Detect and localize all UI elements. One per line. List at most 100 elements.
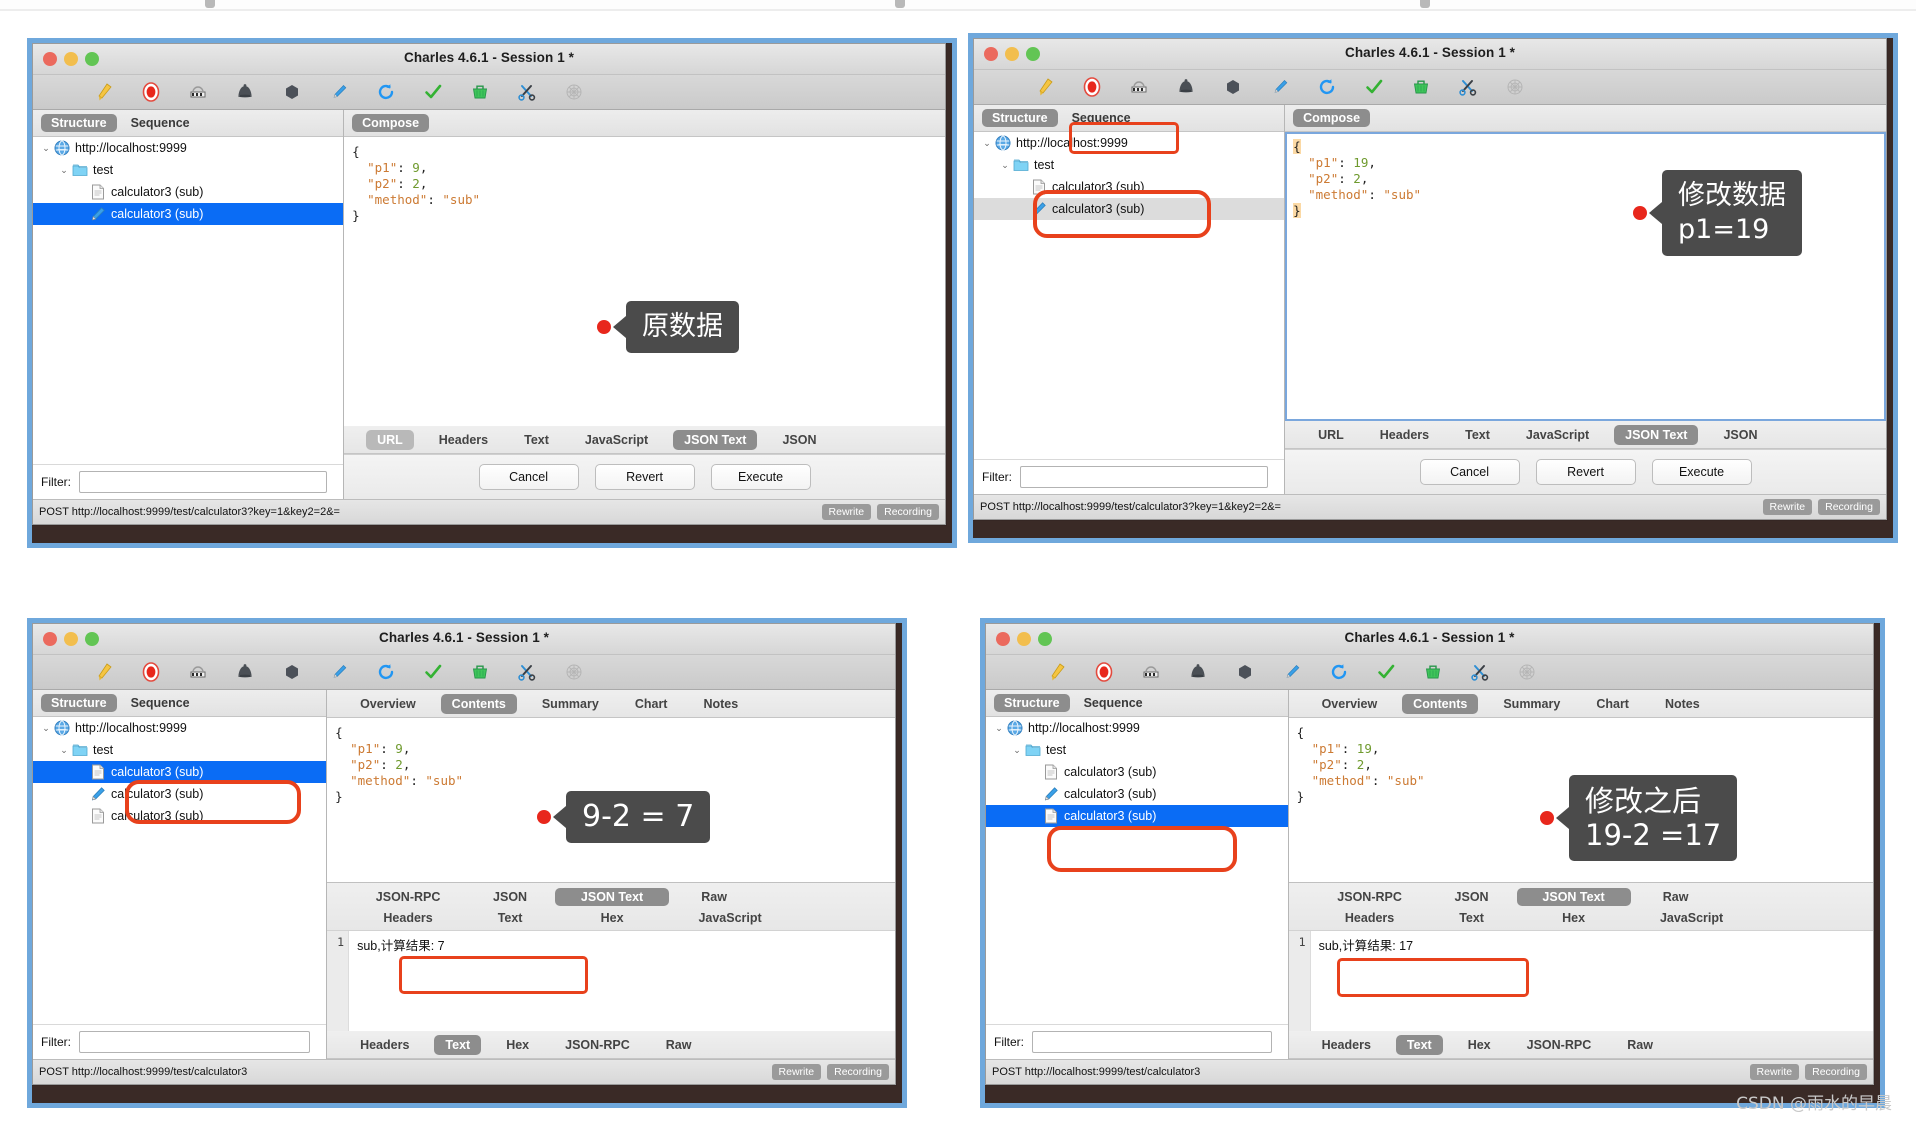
compose-pen-icon[interactable] — [328, 81, 350, 103]
tree-node[interactable]: ⌄ test — [986, 739, 1288, 761]
scissors-icon[interactable] — [1457, 76, 1479, 98]
record-icon[interactable] — [1081, 76, 1103, 98]
resp-tab-json-rpc[interactable]: JSON-RPC — [1313, 888, 1427, 906]
bottom-tab-raw[interactable]: Raw — [655, 1035, 703, 1055]
validate-check-icon[interactable] — [1375, 661, 1397, 683]
resp-tab-headers[interactable]: Headers — [351, 909, 465, 927]
tab-structure[interactable]: Structure — [982, 109, 1058, 127]
tree-node[interactable]: calculator3 (sub) — [974, 198, 1285, 220]
tab-chart[interactable]: Chart — [1585, 694, 1640, 714]
compose-pen-icon[interactable] — [1281, 661, 1303, 683]
resp-tab-headers[interactable]: Headers — [1313, 909, 1427, 927]
clear-broom-icon[interactable] — [1034, 76, 1056, 98]
resp-tab-javascript[interactable]: JavaScript — [669, 909, 791, 927]
tree-node[interactable]: ⌄ http://localhost:9999 — [986, 717, 1288, 739]
spider-web-icon[interactable] — [563, 81, 585, 103]
breakpoint-icon[interactable] — [1187, 661, 1209, 683]
repeat-refresh-icon[interactable] — [375, 661, 397, 683]
hexagon-icon[interactable] — [281, 661, 303, 683]
tree-caret-icon[interactable]: ⌄ — [39, 723, 53, 734]
tree-caret-icon[interactable]: ⌄ — [1010, 745, 1024, 756]
format-tab-url[interactable]: URL — [366, 429, 414, 450]
tree-node[interactable]: ⌄ test — [33, 739, 326, 761]
format-tab-text[interactable]: Text — [513, 430, 560, 450]
scissors-icon[interactable] — [1469, 661, 1491, 683]
tree-node[interactable]: calculator3 (sub) — [33, 203, 344, 225]
bottom-tab-json-rpc[interactable]: JSON-RPC — [554, 1035, 641, 1055]
tree-node[interactable]: calculator3 (sub) — [33, 181, 343, 203]
breakpoint-icon[interactable] — [234, 661, 256, 683]
format-tab-text[interactable]: Text — [1454, 425, 1501, 445]
resp-tab-json-text[interactable]: JSON Text — [1516, 887, 1631, 906]
tree-node[interactable]: calculator3 (sub) — [33, 783, 326, 805]
record-icon[interactable] — [140, 661, 162, 683]
format-tab-url[interactable]: URL — [1307, 425, 1355, 445]
throttle-icon[interactable] — [187, 661, 209, 683]
execute-button[interactable]: Execute — [710, 464, 811, 490]
tree-node[interactable]: ⌄ http://localhost:9999 — [33, 717, 326, 739]
bottom-tab-hex[interactable]: Hex — [1457, 1035, 1502, 1055]
resp-tab-raw[interactable]: Raw — [1631, 888, 1721, 906]
bottom-tab-hex[interactable]: Hex — [495, 1035, 540, 1055]
tree-node[interactable]: calculator3 (sub) — [986, 761, 1288, 783]
tab-overview[interactable]: Overview — [349, 694, 427, 714]
rewrite-button[interactable]: Rewrite — [1762, 499, 1813, 515]
resp-tab-text[interactable]: Text — [465, 909, 555, 927]
bottom-tab-raw[interactable]: Raw — [1616, 1035, 1664, 1055]
compose-pen-icon[interactable] — [328, 661, 350, 683]
record-icon[interactable] — [140, 81, 162, 103]
resp-tab-json-rpc[interactable]: JSON-RPC — [351, 888, 465, 906]
scissors-icon[interactable] — [516, 81, 538, 103]
basket-icon[interactable] — [1422, 661, 1444, 683]
basket-icon[interactable] — [469, 81, 491, 103]
filter-input[interactable] — [1020, 466, 1269, 488]
clear-broom-icon[interactable] — [1046, 661, 1068, 683]
format-tab-headers[interactable]: Headers — [428, 430, 499, 450]
tree-node[interactable]: ⌄ http://localhost:9999 — [974, 132, 1284, 154]
rewrite-button[interactable]: Rewrite — [1749, 1064, 1800, 1080]
tab-compose[interactable]: Compose — [352, 114, 430, 132]
resp-tab-hex[interactable]: Hex — [555, 909, 669, 927]
spider-web-icon[interactable] — [1516, 661, 1538, 683]
clear-broom-icon[interactable] — [93, 661, 115, 683]
resp-tab-text[interactable]: Text — [1427, 909, 1517, 927]
resp-tab-hex[interactable]: Hex — [1517, 909, 1631, 927]
repeat-refresh-icon[interactable] — [1328, 661, 1350, 683]
cancel-button[interactable]: Cancel — [1419, 459, 1520, 485]
bottom-tab-headers[interactable]: Headers — [349, 1035, 420, 1055]
tab-structure[interactable]: Structure — [41, 114, 117, 132]
tab-chart[interactable]: Chart — [624, 694, 679, 714]
execute-button[interactable]: Execute — [1651, 459, 1752, 485]
hexagon-icon[interactable] — [1222, 76, 1244, 98]
tree-node[interactable]: calculator3 (sub) — [986, 805, 1288, 827]
recording-button[interactable]: Recording — [1818, 499, 1880, 515]
bottom-tab-text[interactable]: Text — [1395, 1034, 1443, 1055]
resp-tab-json[interactable]: JSON — [465, 888, 555, 906]
breakpoint-icon[interactable] — [1175, 76, 1197, 98]
tab-structure[interactable]: Structure — [41, 694, 117, 712]
session-tree[interactable]: ⌄ http://localhost:9999 ⌄ test calculator3 (… — [33, 137, 344, 464]
tree-caret-icon[interactable]: ⌄ — [57, 745, 71, 756]
bottom-tab-headers[interactable]: Headers — [1311, 1035, 1382, 1055]
resp-tab-javascript[interactable]: JavaScript — [1631, 909, 1753, 927]
session-tree[interactable]: ⌄ http://localhost:9999 ⌄ test calculator3 (… — [33, 717, 327, 1024]
tree-caret-icon[interactable]: ⌄ — [39, 143, 53, 154]
tab-contents[interactable]: Contents — [1402, 693, 1479, 714]
spider-web-icon[interactable] — [563, 661, 585, 683]
format-tab-json-text[interactable]: JSON Text — [1614, 424, 1699, 445]
throttle-icon[interactable] — [1128, 76, 1150, 98]
tree-caret-icon[interactable]: ⌄ — [980, 138, 994, 149]
tree-caret-icon[interactable]: ⌄ — [992, 723, 1006, 734]
format-tab-json[interactable]: JSON — [1712, 425, 1768, 445]
filter-input[interactable] — [79, 471, 328, 493]
recording-button[interactable]: Recording — [877, 504, 939, 520]
clear-broom-icon[interactable] — [93, 81, 115, 103]
rewrite-button[interactable]: Rewrite — [771, 1064, 822, 1080]
filter-input[interactable] — [79, 1031, 311, 1053]
tab-sequence[interactable]: Sequence — [121, 114, 200, 132]
tab-summary[interactable]: Summary — [1492, 694, 1571, 714]
resp-tab-raw[interactable]: Raw — [669, 888, 759, 906]
compose-editor[interactable]: { "p1": 9, "p2": 2, "method": "sub"} — [344, 137, 945, 426]
recording-button[interactable]: Recording — [827, 1064, 889, 1080]
format-tab-javascript[interactable]: JavaScript — [1515, 425, 1600, 445]
